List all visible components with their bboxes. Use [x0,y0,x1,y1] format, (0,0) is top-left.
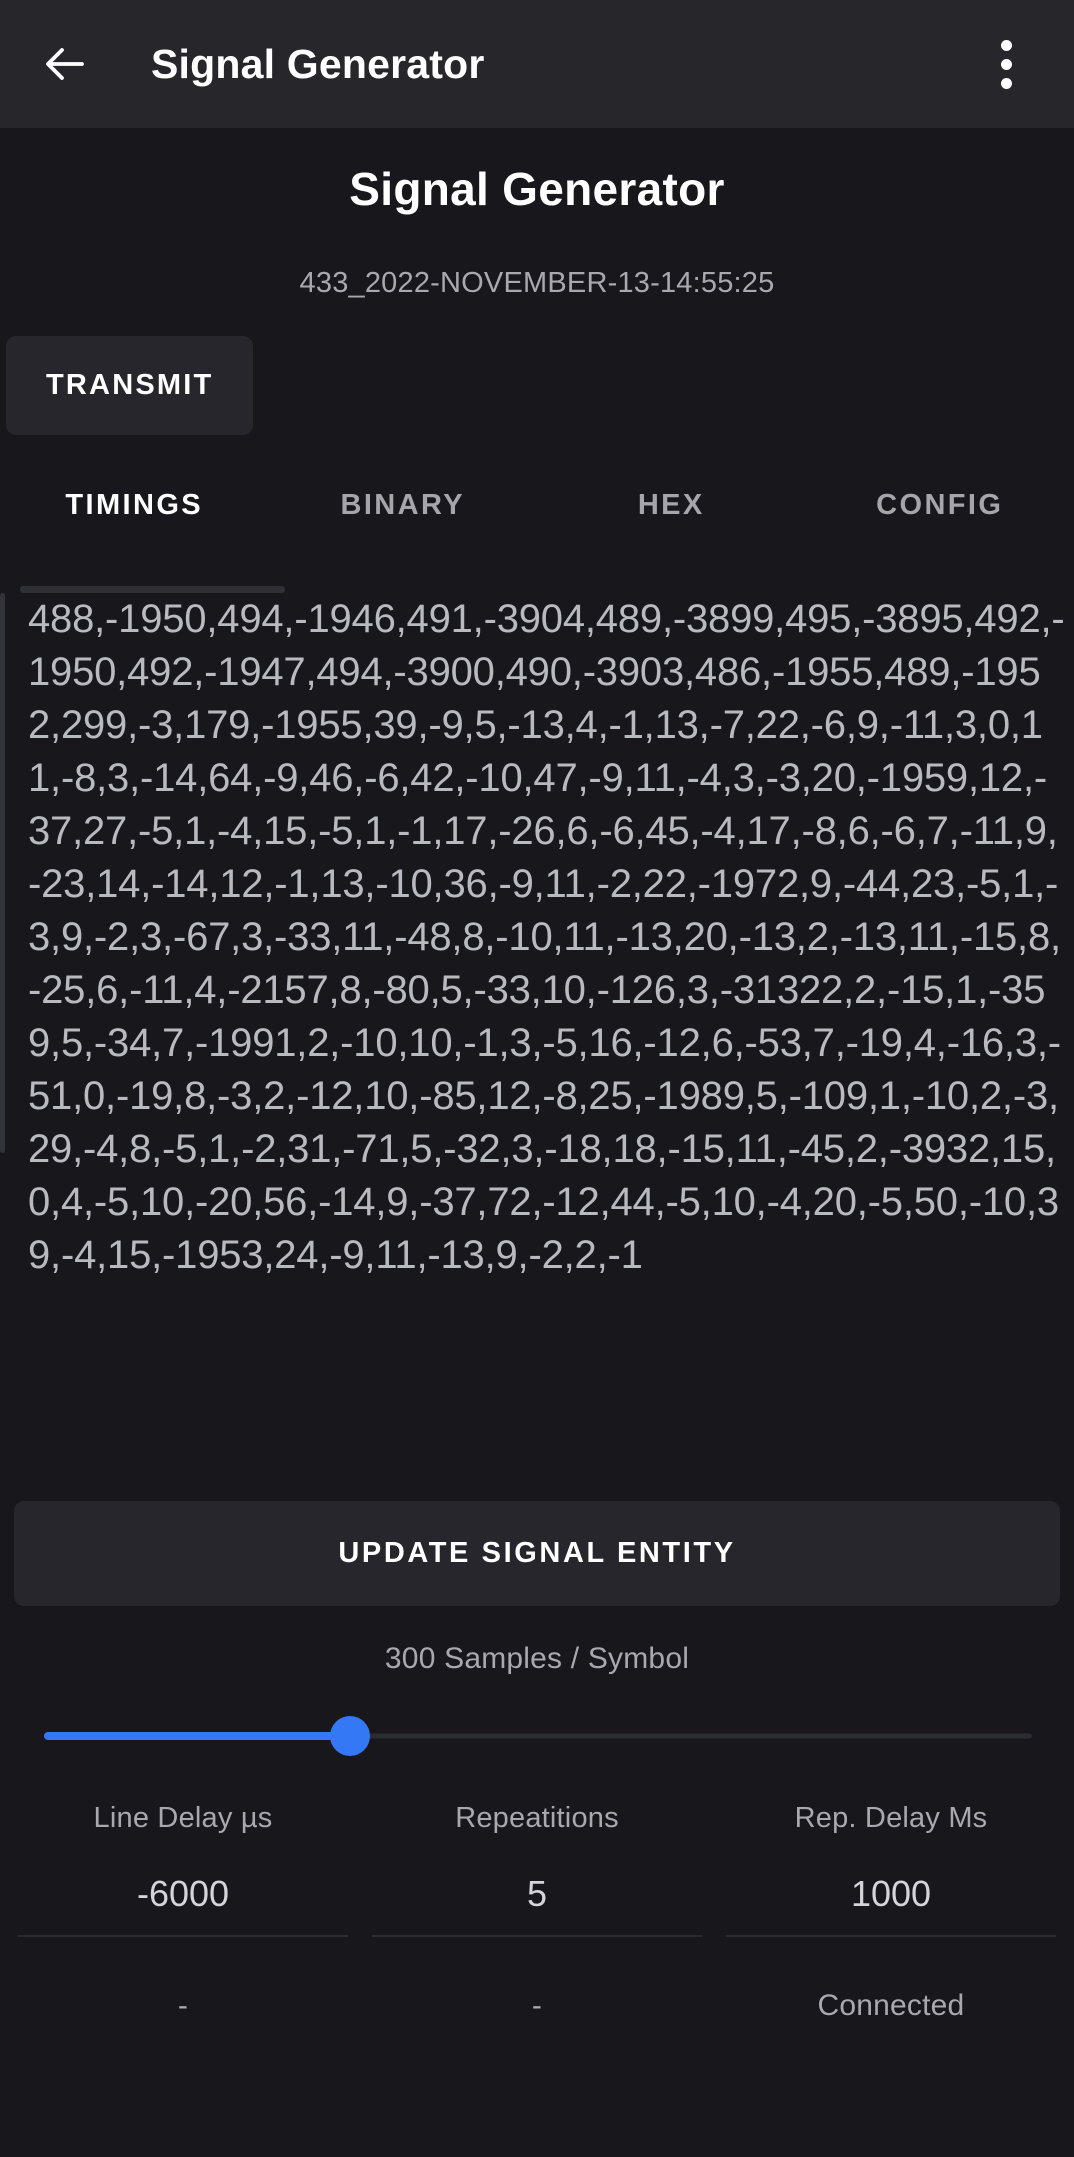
timings-data-area[interactable]: 488,-1950,494,-1946,491,-3904,489,-3899,… [0,592,1074,1493]
signal-name-subtitle: 433_2022-NOVEMBER-13-14:55:25 [299,266,775,299]
samples-per-symbol-label: 300 Samples / Symbol [384,1641,690,1675]
status-row: - - Connected [0,1989,1074,2023]
status-repetitions: - [531,1988,543,2022]
status-line-delay: - [177,1988,189,2022]
samples-per-symbol-slider[interactable] [44,1698,1032,1774]
parameter-fields-row: Line Delay µs -6000 Repeatitions 5 Rep. … [0,1802,1074,1937]
tab-binary[interactable]: BINARY [269,481,538,593]
more-vertical-icon[interactable] [978,29,1034,99]
field-rep-delay: Rep. Delay Ms 1000 [714,1802,1068,1937]
field-line-delay: Line Delay µs -6000 [6,1802,360,1937]
transmit-row: TRANSMIT [0,300,1074,435]
rep-delay-input[interactable]: 1000 [726,1873,1056,1937]
header-section: Signal Generator 433_2022-NOVEMBER-13-14… [0,128,1074,300]
field-label: Rep. Delay Ms [794,1801,988,1834]
update-signal-entity-button[interactable]: UPDATE SIGNAL ENTITY [14,1500,1060,1606]
field-label: Line Delay µs [93,1801,273,1834]
tab-config[interactable]: CONFIG [806,481,1074,593]
connection-status: Connected [817,1988,965,2022]
back-arrow-icon[interactable] [38,36,94,92]
field-repetitions: Repeatitions 5 [360,1802,714,1937]
tab-hex[interactable]: HEX [537,481,806,593]
app-bar: Signal Generator [0,0,1074,128]
tab-bar: TIMINGS BINARY HEX CONFIG [0,481,1074,593]
slider-thumb[interactable] [330,1715,371,1756]
slider-fill [44,1731,351,1740]
overflow-dot [1000,39,1012,51]
tab-active-indicator [20,585,285,593]
page-title: Signal Generator [349,163,725,215]
timings-scrollbar[interactable] [0,592,5,1153]
repetitions-input[interactable]: 5 [372,1873,702,1937]
transmit-button[interactable]: TRANSMIT [6,335,254,435]
app-bar-title: Signal Generator [151,40,485,87]
line-delay-input[interactable]: -6000 [18,1873,348,1937]
samples-per-symbol-section: 300 Samples / Symbol [0,1606,1074,1774]
timings-data-text[interactable]: 488,-1950,494,-1946,491,-3904,489,-3899,… [28,593,1066,1282]
tab-timings[interactable]: TIMINGS [0,481,269,593]
update-row: UPDATE SIGNAL ENTITY [0,1493,1074,1606]
field-label: Repeatitions [455,1801,619,1834]
overflow-dot [1000,58,1012,70]
overflow-dot [1000,77,1012,89]
